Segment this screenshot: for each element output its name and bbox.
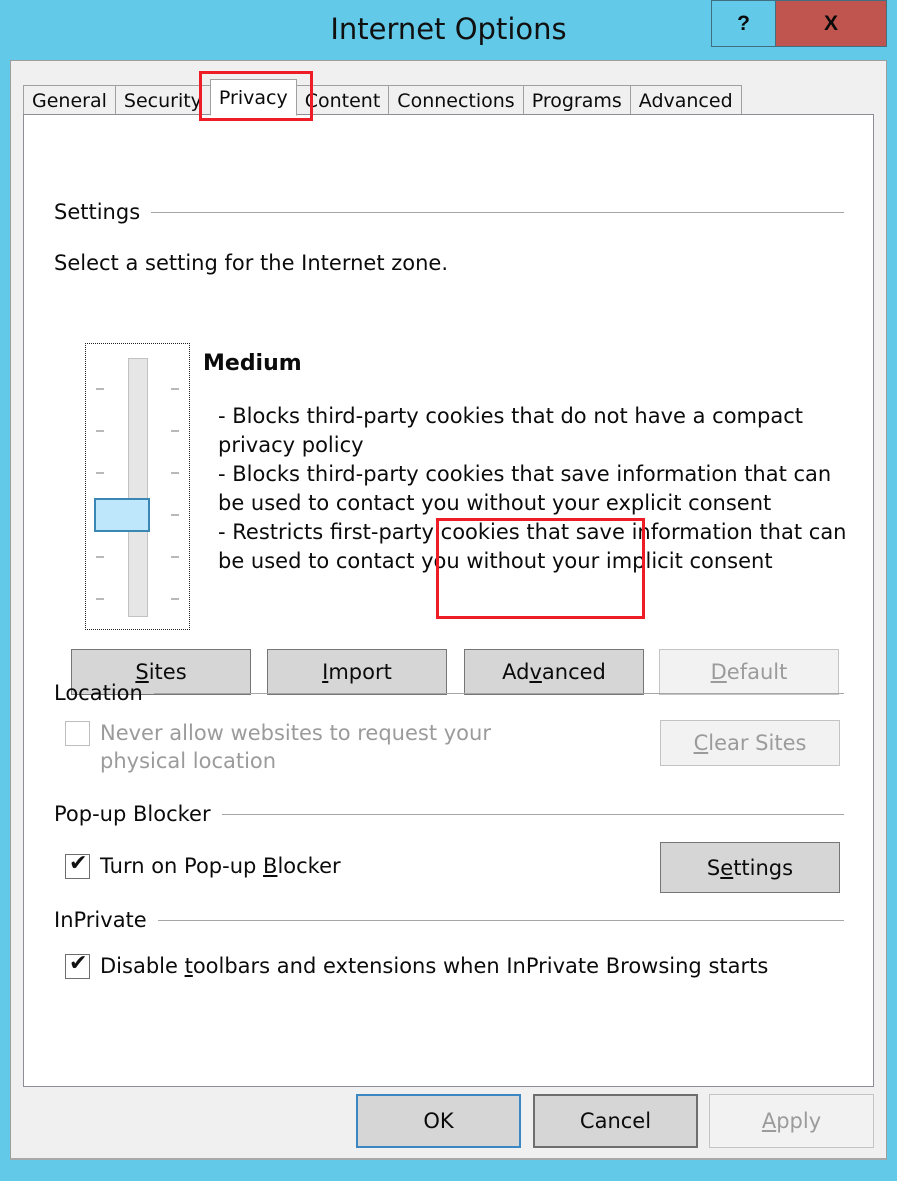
ok-button[interactable]: OK (356, 1094, 521, 1148)
inprivate-group-header: InPrivate (54, 908, 844, 932)
turn-on-popup-blocker-row[interactable]: ✔ Turn on Pop-up Blocker (65, 851, 341, 880)
zone-instruction: Select a setting for the Internet zone. (54, 251, 449, 275)
tab-connections[interactable]: Connections (388, 85, 524, 115)
title-bar: Internet Options ? X (0, 0, 897, 60)
slider-tick-right-3 (171, 472, 179, 474)
slider-tick-right-2 (171, 430, 179, 432)
settings-group-rule (151, 211, 844, 213)
never-allow-location-checkbox-row[interactable]: Never allow websites to request your phy… (65, 719, 535, 775)
zone-level-description: - Blocks third-party cookies that do not… (218, 404, 847, 573)
turn-on-popup-blocker-checkbox[interactable]: ✔ (65, 851, 90, 879)
slider-tick-right-6 (171, 598, 179, 600)
tab-security[interactable]: Security (114, 85, 211, 115)
zone-level-name: Medium (203, 351, 302, 376)
checkmark-icon: ✔ (69, 851, 88, 876)
popup-settings-button[interactable]: Settings (660, 842, 840, 893)
dialog-footer: OK Cancel Apply (11, 1086, 886, 1158)
settings-group-header: Settings (54, 200, 844, 224)
cancel-button[interactable]: Cancel (533, 1094, 698, 1148)
help-button[interactable]: ? (711, 0, 775, 47)
slider-tick-right-5 (171, 556, 179, 558)
slider-tick-right-4 (171, 514, 179, 516)
tab-content[interactable]: Content (295, 85, 390, 115)
location-group-rule (153, 692, 844, 694)
privacy-tab-panel: Settings Select a setting for the Intern… (23, 114, 874, 1087)
slider-track (127, 358, 148, 617)
location-group-label: Location (54, 681, 143, 705)
slider-tick-left-1 (96, 388, 104, 390)
slider-thumb[interactable] (94, 498, 150, 532)
tab-general[interactable]: General (23, 85, 116, 115)
dialog-body: General Security Privacy Content Connect… (10, 60, 887, 1160)
slider-tick-left-3 (96, 472, 104, 474)
popup-blocker-group-label: Pop-up Blocker (54, 802, 211, 826)
never-allow-location-checkbox[interactable] (65, 721, 90, 746)
disable-toolbars-inprivate-label: Disable toolbars and extensions when InP… (100, 954, 769, 978)
tab-advanced[interactable]: Advanced (629, 85, 742, 115)
tab-programs[interactable]: Programs (522, 85, 631, 115)
checkmark-icon: ✔ (69, 951, 88, 976)
internet-options-window: Internet Options ? X General Security Pr… (0, 0, 897, 1181)
settings-group-label: Settings (54, 200, 141, 224)
never-allow-location-label: Never allow websites to request your phy… (100, 721, 491, 773)
inprivate-group-label: InPrivate (54, 908, 147, 932)
slider-tick-left-5 (96, 556, 104, 558)
clear-sites-button[interactable]: Clear Sites (660, 720, 840, 766)
disable-toolbars-inprivate-row[interactable]: ✔ Disable toolbars and extensions when I… (65, 951, 769, 980)
tab-privacy[interactable]: Privacy (209, 79, 297, 116)
inprivate-group-rule (157, 919, 844, 921)
tab-strip: General Security Privacy Content Connect… (23, 79, 742, 116)
turn-on-popup-blocker-label: Turn on Pop-up Blocker (100, 854, 341, 878)
disable-toolbars-inprivate-checkbox[interactable]: ✔ (65, 951, 90, 979)
slider-tick-left-6 (96, 598, 104, 600)
apply-button[interactable]: Apply (709, 1094, 874, 1148)
slider-tick-right-1 (171, 388, 179, 390)
slider-tick-left-2 (96, 430, 104, 432)
popup-blocker-group-rule (221, 813, 844, 815)
popup-blocker-group-header: Pop-up Blocker (54, 802, 844, 826)
privacy-level-slider[interactable] (85, 343, 190, 630)
location-group-header: Location (54, 681, 844, 705)
close-button[interactable]: X (775, 0, 887, 47)
